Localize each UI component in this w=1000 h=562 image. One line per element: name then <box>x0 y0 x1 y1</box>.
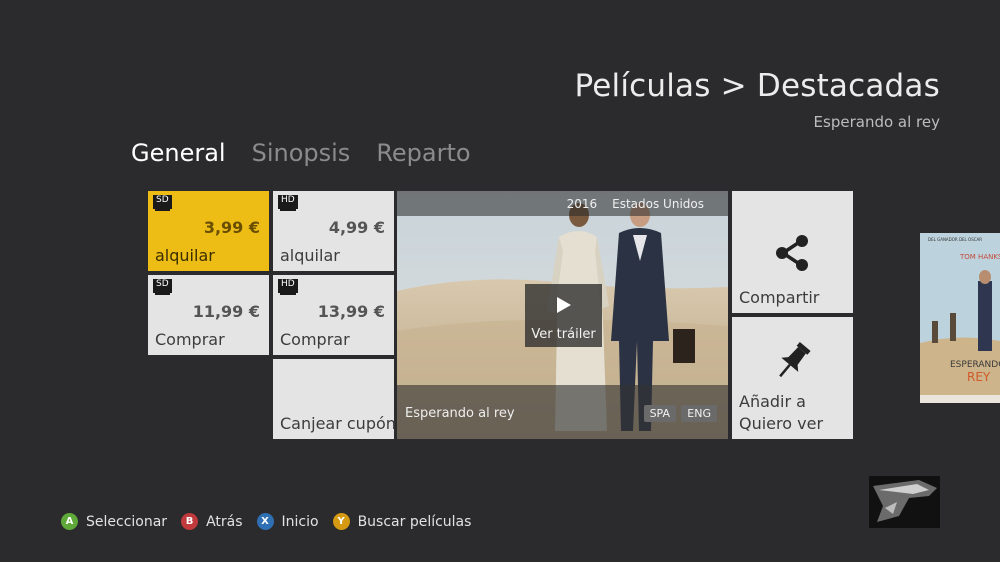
sd-badge: SD <box>153 195 172 211</box>
buy-hd-price: 13,99 € <box>317 302 385 321</box>
rent-hd-price: 4,99 € <box>328 218 385 237</box>
sd-badge: SD <box>153 279 172 295</box>
language-badge-spa: SPA <box>643 405 676 422</box>
buy-hd-tile[interactable]: HD 13,99 € Comprar <box>273 275 394 355</box>
b-button-icon: B <box>181 513 199 530</box>
release-year: 2016 <box>566 196 598 211</box>
video-info-bar: 2016 Estados Unidos <box>397 191 728 216</box>
share-tile[interactable]: Compartir <box>732 191 853 313</box>
rent-hd-tile[interactable]: HD 4,99 € alquilar <box>273 191 394 271</box>
video-title: Esperando al rey <box>405 406 515 421</box>
rent-sd-label: alquilar <box>155 246 215 265</box>
play-trailer-button[interactable]: Ver tráiler <box>525 284 602 347</box>
y-button-icon: Y <box>332 513 350 530</box>
thumbnail-art <box>869 476 940 528</box>
tab-sinopsis[interactable]: Sinopsis <box>252 139 351 167</box>
x-button-icon: X <box>256 513 274 530</box>
hd-badge: HD <box>278 195 298 211</box>
buy-sd-label: Comprar <box>155 330 225 349</box>
rent-sd-tile[interactable]: SD 3,99 € alquilar <box>148 191 269 271</box>
share-label: Compartir <box>739 288 820 307</box>
rent-sd-price: 3,99 € <box>203 218 260 237</box>
legend-back[interactable]: B Atrás <box>181 513 243 530</box>
language-badge-eng: ENG <box>681 405 717 422</box>
tab-reparto[interactable]: Reparto <box>376 139 470 167</box>
hd-badge: HD <box>278 279 298 295</box>
play-icon <box>557 297 571 313</box>
buy-sd-price: 11,99 € <box>192 302 260 321</box>
redeem-coupon-label: Canjear cupón <box>280 414 396 433</box>
poster-actor: TOM HANKS <box>959 253 1000 261</box>
buy-hd-label: Comprar <box>280 330 350 349</box>
related-movie-poster[interactable]: DEL GANADOR DEL OSCAR TOM HANKS ESPERAND… <box>920 233 1000 403</box>
a-button-icon: A <box>61 513 78 530</box>
buy-sd-tile[interactable]: SD 11,99 € Comprar <box>148 275 269 355</box>
poster-title-line2: REY <box>967 370 991 384</box>
poster-title-line1: ESPERANDO <box>950 360 1000 370</box>
redeem-coupon-tile[interactable]: Canjear cupón <box>273 359 396 439</box>
legend-search[interactable]: Y Buscar películas <box>332 513 472 530</box>
pin-icon <box>778 341 811 378</box>
trailer-tile[interactable]: 2016 Estados Unidos Ver tráiler Esperand… <box>397 191 728 439</box>
video-caption-bar: Esperando al rey SPA ENG <box>397 385 728 439</box>
share-icon <box>775 235 808 271</box>
legend-home[interactable]: X Inicio <box>256 513 319 530</box>
page-title: Películas > Destacadas <box>574 68 940 104</box>
legend-search-label: Buscar películas <box>357 513 472 530</box>
movie-subtitle: Esperando al rey <box>813 113 940 131</box>
legend-select-label: Seleccionar <box>86 513 168 530</box>
legend-back-label: Atrás <box>206 513 243 530</box>
controller-legend: A Seleccionar B Atrás X Inicio Y Buscar … <box>61 513 485 530</box>
poster-art: DEL GANADOR DEL OSCAR TOM HANKS ESPERAND… <box>920 233 1000 403</box>
watchlist-label-line1: Añadir a <box>739 392 806 411</box>
preview-thumbnail <box>869 476 940 528</box>
watchlist-label-line2: Quiero ver <box>739 414 824 433</box>
add-to-watchlist-tile[interactable]: Añadir a Quiero ver <box>732 317 853 439</box>
tab-bar: General Sinopsis Reparto <box>131 139 471 167</box>
poster-tagline: DEL GANADOR DEL OSCAR <box>928 237 982 242</box>
play-trailer-label: Ver tráiler <box>531 327 596 342</box>
country: Estados Unidos <box>612 196 704 211</box>
rent-hd-label: alquilar <box>280 246 340 265</box>
legend-home-label: Inicio <box>281 513 319 530</box>
tab-general[interactable]: General <box>131 139 226 167</box>
legend-select[interactable]: A Seleccionar <box>61 513 167 530</box>
